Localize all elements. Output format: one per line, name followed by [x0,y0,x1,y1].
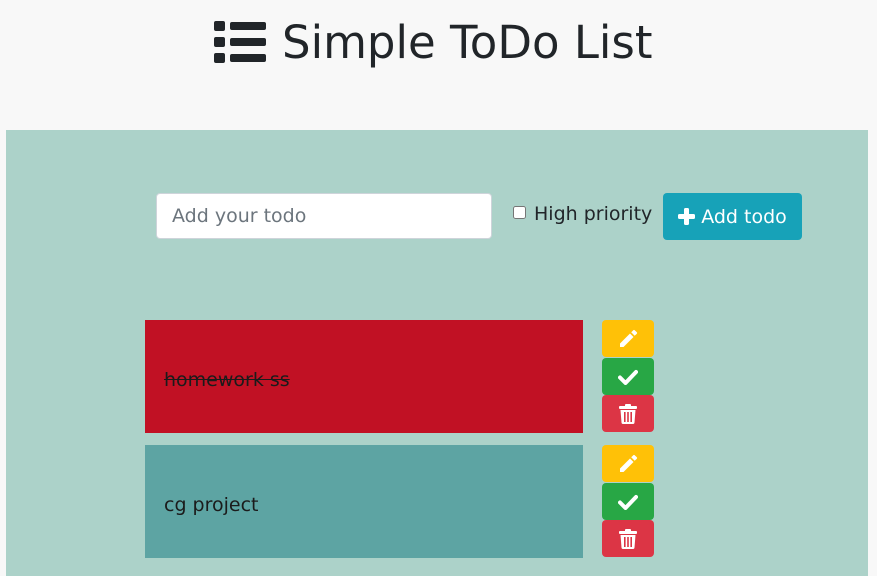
todo-text: cg project [164,493,259,516]
add-todo-label: Add todo [701,205,787,228]
delete-button[interactable] [602,395,654,432]
page-title: Simple ToDo List [214,14,652,70]
high-priority-option[interactable]: High priority [512,200,652,228]
delete-button[interactable] [602,520,654,557]
trash-icon [619,403,637,424]
trash-icon [619,528,637,549]
edit-button[interactable] [602,445,654,482]
todo-item: cg project [145,445,583,558]
todo-text: homework ss [164,368,290,391]
header: Simple ToDo List [0,0,877,130]
pencil-icon [620,329,638,347]
edit-button[interactable] [602,320,654,357]
pencil-icon [620,454,638,472]
add-todo-button[interactable]: Add todo [663,193,802,240]
check-icon [618,494,638,510]
complete-button[interactable] [602,483,654,520]
complete-button[interactable] [602,358,654,395]
todo-item: homework ss [145,320,583,433]
list-icon [214,21,266,63]
high-priority-label: High priority [534,203,653,225]
todo-input[interactable] [156,193,492,239]
check-icon [618,369,638,385]
page-title-text: Simple ToDo List [282,15,653,69]
plus-icon [678,208,696,225]
high-priority-checkbox[interactable] [513,205,526,219]
